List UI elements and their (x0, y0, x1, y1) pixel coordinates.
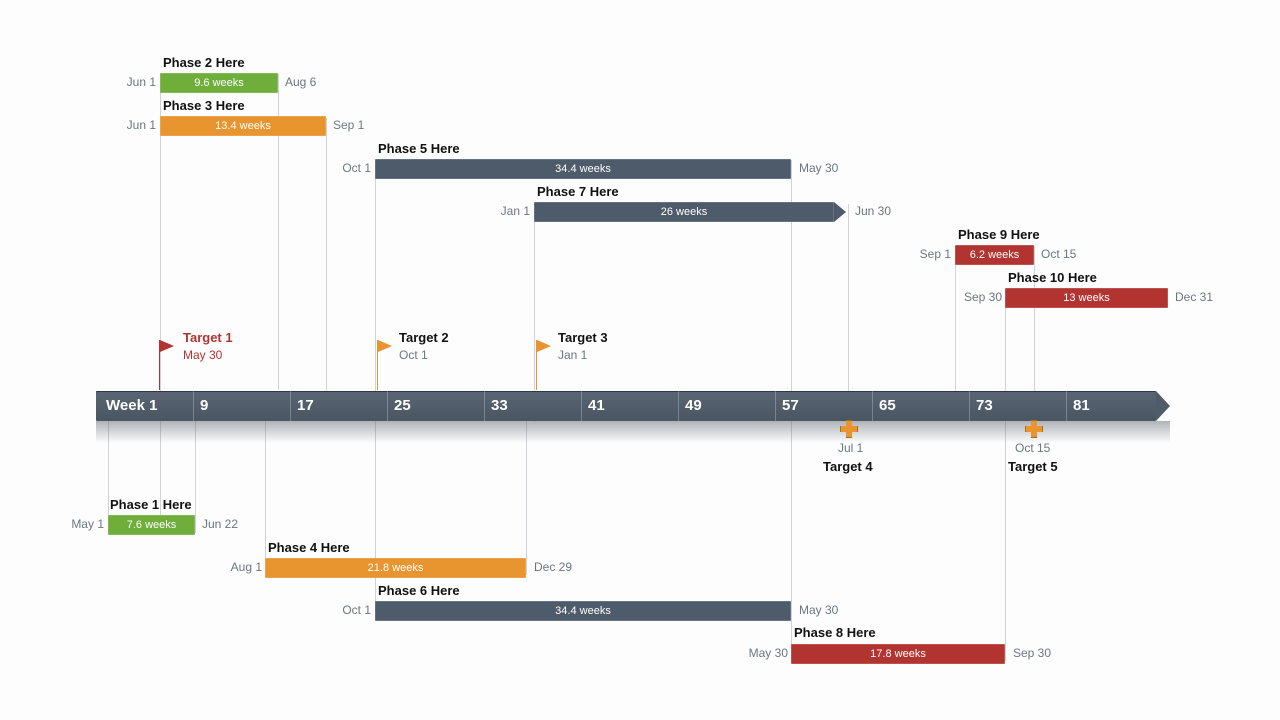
phase8-start: May 30 (740, 646, 788, 660)
target2-date: Oct 1 (399, 348, 428, 362)
phase4-bar: 21.8 weeks (265, 558, 526, 578)
phase10-start: Sep 30 (958, 290, 1002, 304)
phase10-title: Phase 10 Here (1008, 270, 1097, 285)
phase1-title: Phase 1 Here (110, 497, 192, 512)
gantt-chart: Phase 2 Here Jun 1 9.6 weeks Aug 6 Phase… (0, 0, 1280, 720)
phase10-end: Dec 31 (1175, 290, 1213, 304)
axis-tick: 41 (588, 397, 605, 414)
flag-icon (160, 340, 174, 352)
axis-tick: 81 (1073, 397, 1090, 414)
axis-tick: Week 1 (106, 397, 157, 414)
phase9-title: Phase 9 Here (958, 227, 1040, 242)
phase4-end: Dec 29 (534, 560, 572, 574)
phase7-end: Jun 30 (855, 204, 891, 218)
axis-tick: 9 (200, 397, 208, 414)
gridline (265, 420, 266, 575)
target4-date: Jul 1 (838, 441, 863, 455)
target1-label: Target 1 (183, 330, 233, 345)
phase9-start: Sep 1 (915, 247, 951, 261)
phase5-end: May 30 (799, 161, 838, 175)
axis-tick: 73 (976, 397, 993, 414)
gridline (1005, 290, 1006, 661)
axis-tick: 49 (685, 397, 702, 414)
cross-icon (840, 420, 858, 438)
gridline (534, 204, 535, 422)
phase3-start: Jun 1 (118, 118, 156, 132)
target5-label: Target 5 (1008, 459, 1058, 474)
gridline (848, 204, 849, 422)
phase6-start: Oct 1 (335, 603, 371, 617)
phase9-bar: 6.2 weeks (955, 245, 1034, 265)
phase8-title: Phase 8 Here (794, 625, 876, 640)
flag-icon (537, 340, 551, 352)
target1-date: May 30 (183, 348, 222, 362)
phase1-bar: 7.6 weeks (108, 515, 195, 535)
target4-label: Target 4 (823, 459, 873, 474)
phase3-bar: 13.4 weeks (160, 116, 326, 136)
phase3-title: Phase 3 Here (163, 98, 245, 113)
phase2-end: Aug 6 (285, 75, 316, 89)
gridline (526, 420, 527, 575)
axis-shadow (96, 421, 1170, 443)
phase9-end: Oct 15 (1041, 247, 1076, 261)
target3-date: Jan 1 (558, 348, 587, 362)
axis-tick: 33 (491, 397, 508, 414)
phase1-start: May 1 (62, 517, 104, 531)
phase2-title: Phase 2 Here (163, 55, 245, 70)
phase7-start: Jan 1 (494, 204, 530, 218)
phase7-bar: 26 weeks (534, 202, 834, 222)
phase5-title: Phase 5 Here (378, 141, 460, 156)
target3-label: Target 3 (558, 330, 608, 345)
axis-tick: 65 (879, 397, 896, 414)
target2-label: Target 2 (399, 330, 449, 345)
phase4-title: Phase 4 Here (268, 540, 350, 555)
phase6-end: May 30 (799, 603, 838, 617)
phase5-bar: 34.4 weeks (375, 159, 791, 179)
gridline (326, 118, 327, 391)
flag-icon (378, 340, 392, 352)
axis-tick: 57 (782, 397, 799, 414)
gridline (375, 160, 376, 620)
cross-icon (1025, 420, 1043, 438)
phase8-bar: 17.8 weeks (791, 644, 1005, 664)
axis-tick: 17 (297, 397, 314, 414)
phase8-end: Sep 30 (1013, 646, 1051, 660)
phase4-start: Aug 1 (222, 560, 262, 574)
gridline (195, 420, 196, 533)
phase3-end: Sep 1 (333, 118, 364, 132)
timeline-axis: Week 1 9 17 25 33 41 49 57 65 73 81 (96, 391, 1156, 421)
target5-date: Oct 15 (1015, 441, 1050, 455)
phase2-bar: 9.6 weeks (160, 73, 278, 93)
axis-tick: 25 (394, 397, 411, 414)
phase7-title: Phase 7 Here (537, 184, 619, 199)
phase6-bar: 34.4 weeks (375, 601, 791, 621)
gridline (160, 74, 161, 524)
phase10-bar: 13 weeks (1005, 288, 1168, 308)
phase6-title: Phase 6 Here (378, 583, 460, 598)
phase5-start: Oct 1 (335, 161, 371, 175)
phase2-start: Jun 1 (118, 75, 156, 89)
phase1-end: Jun 22 (202, 517, 238, 531)
